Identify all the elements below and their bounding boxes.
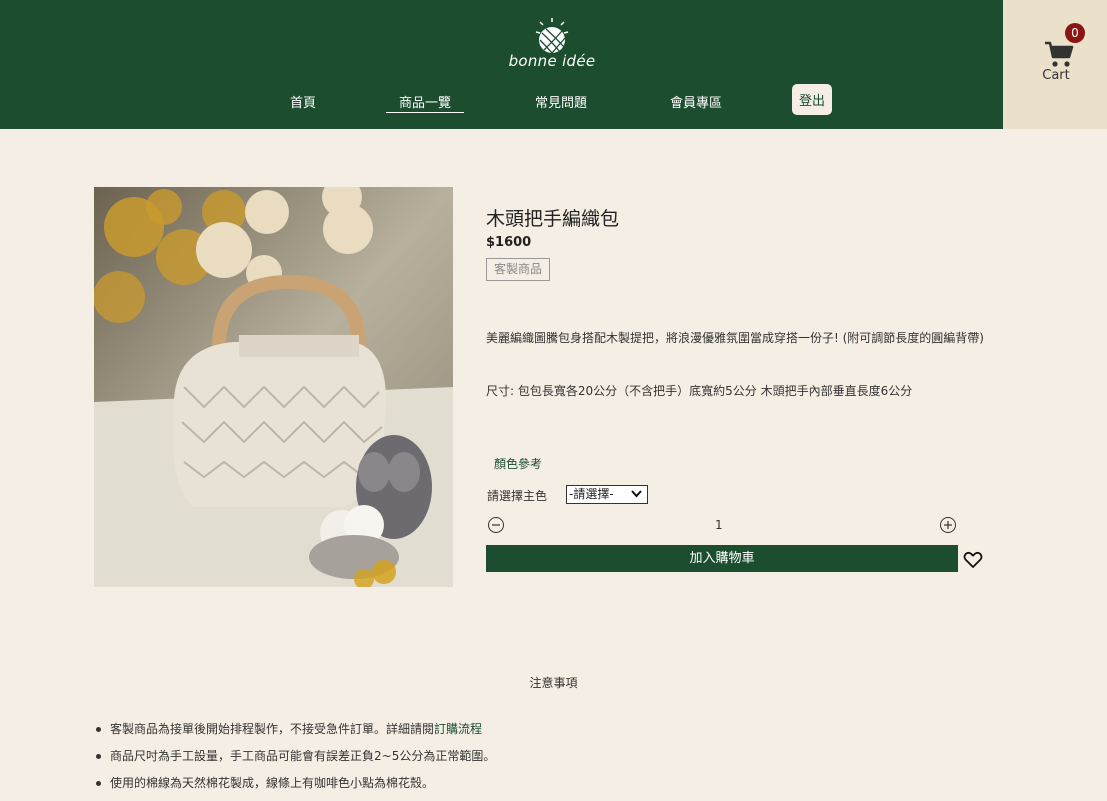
shopping-cart-icon	[1045, 41, 1074, 67]
notes-title: 注意事項	[529, 676, 578, 690]
custom-product-tag: 客製商品	[486, 258, 551, 281]
order-process-link[interactable]: 訂購流程	[434, 722, 482, 736]
nav-item-faq[interactable]: 常見問題	[535, 92, 587, 111]
list-item: 客製商品為接單後開始排程製作，不接受急件訂單。詳細請閱訂購流程	[94, 716, 495, 743]
main-color-select-value: -請選擇-	[569, 487, 614, 501]
note-text: 客製商品為接單後開始排程製作，不接受急件訂單。詳細請閱	[110, 722, 435, 736]
logout-button[interactable]: 登出	[792, 84, 832, 115]
heart-icon[interactable]	[963, 551, 983, 569]
quantity-increase-icon[interactable]	[939, 516, 957, 534]
product-description: 美麗編織圖騰包身搭配木製提把，將浪漫優雅氛圍當成穿搭一份子! (附可調節長度的圓…	[486, 331, 984, 345]
main-color-select[interactable]: -請選擇-	[566, 485, 648, 504]
nav-item-member[interactable]: 會員專區	[670, 92, 722, 111]
cart-label: Cart	[1042, 68, 1070, 83]
list-item: 使用的棉線為天然棉花製成，線條上有咖啡色小點為棉花殼。	[94, 770, 495, 797]
cart-count-badge: 0	[1065, 23, 1085, 43]
brand-logo-text: bonne idée	[508, 52, 596, 70]
product-title: 木頭把手編織包	[486, 208, 620, 230]
product-price: $1600	[486, 235, 532, 250]
quantity-value[interactable]: 1	[715, 518, 723, 532]
cart-button[interactable]: 0 Cart	[1003, 0, 1107, 129]
yarn-ball-logo-icon	[535, 18, 569, 54]
brand-logo[interactable]: bonne idée	[496, 16, 608, 74]
list-item: 商品尺吋為手工設量，手工商品可能會有誤差正負2~5公分為正常範圍。	[94, 743, 495, 770]
notes-list: 客製商品為接單後開始排程製作，不接受急件訂單。詳細請閱訂購流程 商品尺吋為手工設…	[94, 716, 495, 797]
color-reference-link[interactable]: 顏色參考	[494, 455, 542, 472]
product-image	[94, 187, 453, 587]
site-header: bonne idée 首頁 商品一覽 常見問題 會員專區 登出	[0, 0, 1003, 129]
quantity-decrease-icon[interactable]	[487, 516, 505, 534]
main-color-label: 請選擇主色	[487, 489, 548, 503]
add-to-cart-button[interactable]: 加入購物車	[486, 545, 958, 572]
nav-item-home[interactable]: 首頁	[290, 92, 316, 111]
chevron-down-icon	[631, 490, 642, 498]
nav-item-products[interactable]: 商品一覽	[386, 92, 465, 113]
product-size: 尺寸: 包包長寬各20公分（不含把手）底寬約5公分 木頭把手內部垂直長度6公分	[486, 384, 913, 398]
